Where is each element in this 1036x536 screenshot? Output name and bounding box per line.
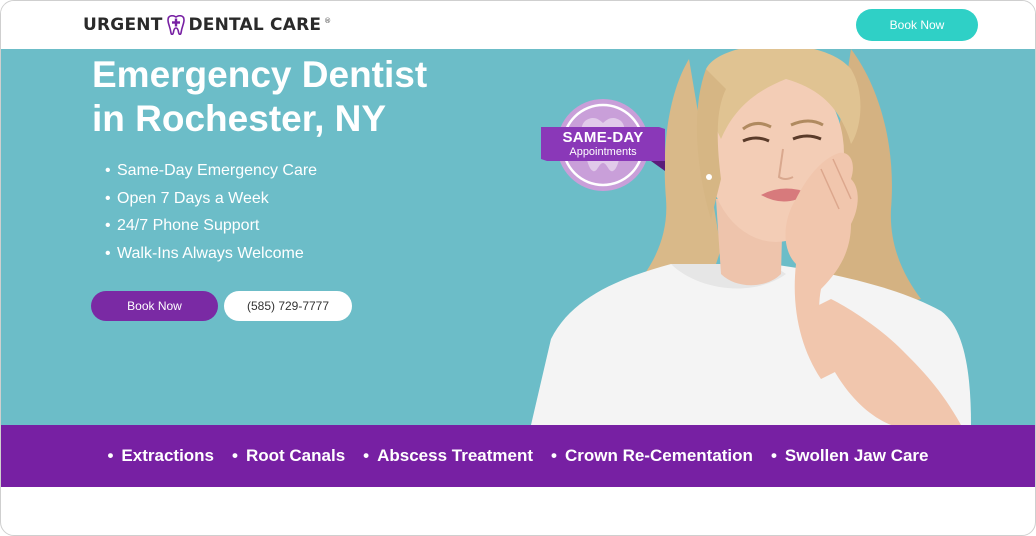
service-item: • Crown Re-Cementation	[542, 446, 762, 466]
badge-line2: Appointments	[569, 146, 637, 158]
bullet-dot: •	[551, 446, 557, 465]
bullet-dot: •	[105, 189, 111, 207]
feature-label: 24/7 Phone Support	[117, 217, 260, 234]
feature-item: • Open 7 Days a Week	[105, 185, 317, 213]
hero-book-now-button[interactable]: Book Now	[91, 291, 218, 321]
feature-list: • Same-Day Emergency Care • Open 7 Days a …	[105, 157, 317, 267]
service-label: Extractions	[121, 446, 215, 465]
hero-title-line1: Emergency Dentist	[92, 54, 428, 95]
trademark: ®	[324, 17, 332, 25]
bullet-dot: •	[105, 244, 111, 262]
feature-label: Walk-Ins Always Welcome	[117, 244, 304, 262]
badge-line1: SAME-DAY	[562, 129, 644, 146]
service-item: • Root Canals	[223, 446, 354, 466]
site-header: URGENT DENTAL CARE ® Book Now	[1, 1, 1035, 49]
browser-frame: URGENT DENTAL CARE ® Book Now SAME-DAY A…	[0, 0, 1036, 536]
service-label: Swollen Jaw Care	[784, 446, 929, 465]
bullet-dot: •	[232, 446, 238, 465]
feature-item: • Same-Day Emergency Care	[105, 157, 317, 185]
logo-text-dental-care: DENTAL CARE	[188, 15, 322, 35]
service-label: Root Canals	[245, 446, 346, 465]
header-book-now-button[interactable]: Book Now	[856, 9, 978, 41]
service-item: • Extractions	[98, 446, 223, 466]
phone-button[interactable]: (585) 729-7777	[224, 291, 352, 321]
feature-label: Same-Day Emergency Care	[117, 162, 318, 179]
logo-text-urgent: URGENT	[83, 15, 163, 35]
service-label: Crown Re-Cementation	[564, 446, 753, 465]
hero-title: Emergency Dentist in Rochester, NY	[92, 53, 552, 141]
bullet-dot: •	[107, 446, 114, 465]
feature-label: Open 7 Days a Week	[117, 189, 269, 207]
service-item: • Abscess Treatment	[354, 446, 542, 466]
bullet-dot: •	[363, 446, 370, 465]
service-item: • Swollen Jaw Care	[762, 446, 938, 466]
services-list: • Extractions • Root Canals • Abscess Treat…	[98, 446, 937, 466]
bullet-dot: •	[105, 217, 111, 234]
logo[interactable]: URGENT DENTAL CARE ®	[83, 12, 331, 38]
tooth-plus-icon	[166, 14, 185, 36]
service-label: Abscess Treatment	[377, 446, 534, 465]
hero-title-line2: in Rochester, NY	[92, 98, 387, 139]
bullet-dot: •	[105, 162, 111, 179]
feature-item: • Walk-Ins Always Welcome	[105, 240, 317, 268]
bullet-dot: •	[770, 446, 777, 465]
badge-text: SAME-DAY Appointments	[542, 129, 664, 159]
hero-section: SAME-DAY Appointments Emergency Dentist …	[1, 49, 1035, 425]
services-band: • Extractions • Root Canals • Abscess Treat…	[1, 425, 1035, 487]
feature-item: • 24/7 Phone Support	[105, 212, 317, 240]
